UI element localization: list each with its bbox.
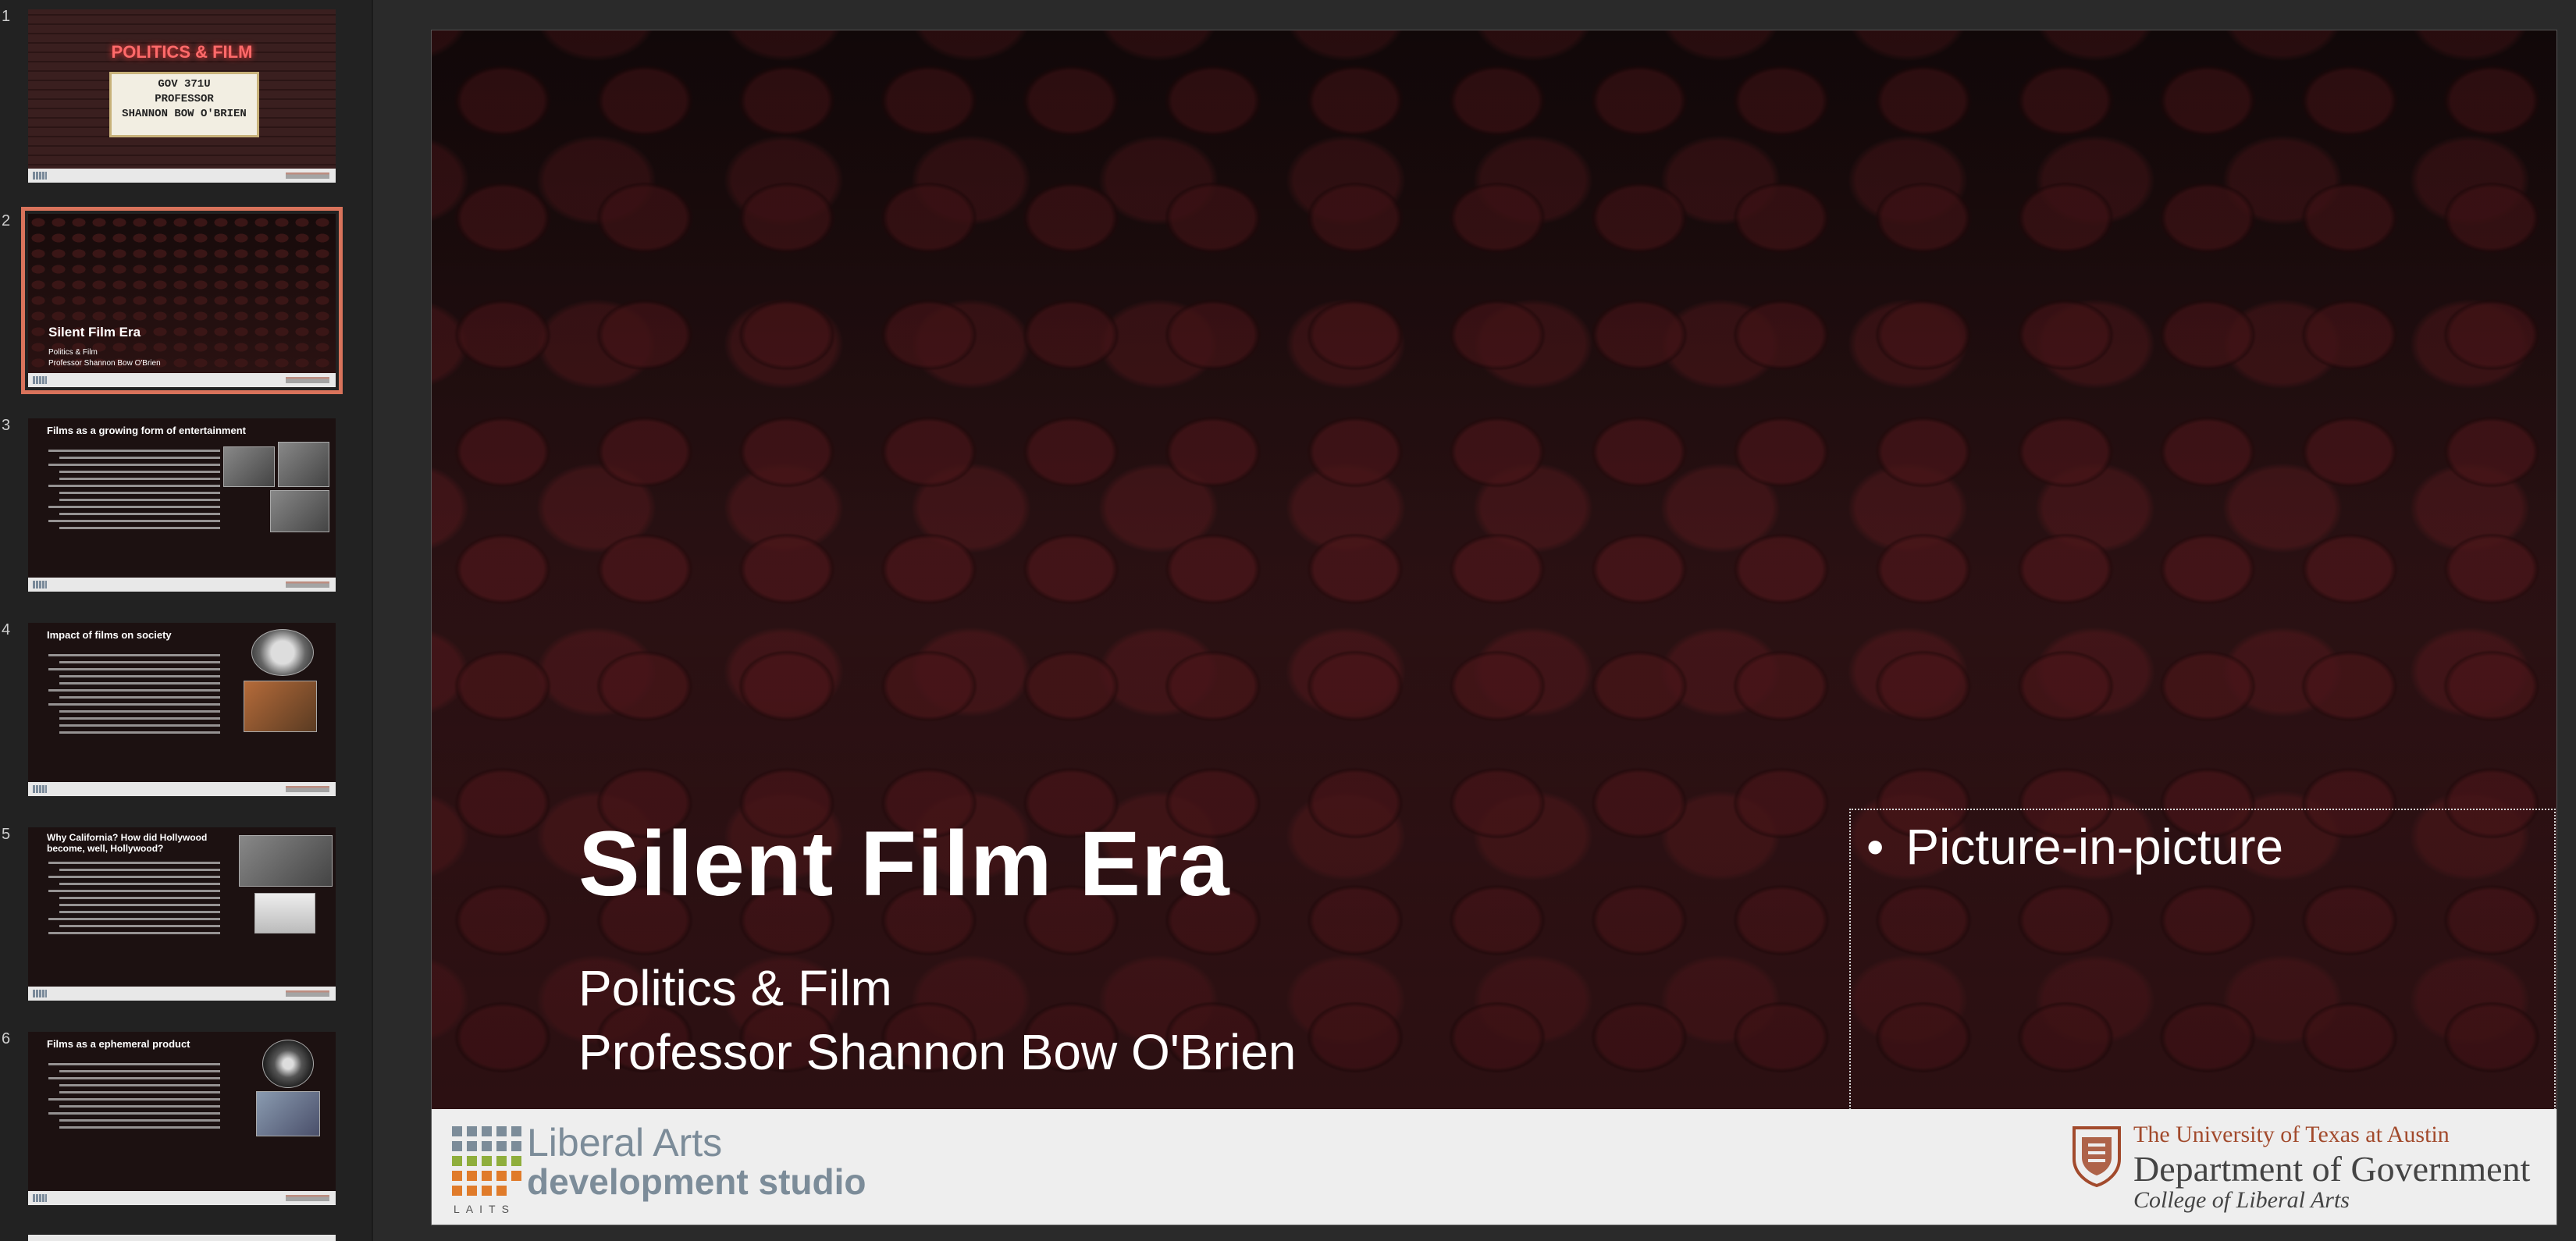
thumbnail-number: 2	[2, 212, 11, 229]
thumbnail-photo	[254, 893, 315, 933]
department-of-government-wordmark: Department of Government	[2133, 1149, 2531, 1189]
thumbnail-slide-5[interactable]: Why California? How did Hollywood become…	[28, 827, 336, 1001]
thumbnail-photo	[223, 446, 275, 487]
thumbnail-marquee-title: POLITICS & FILM	[111, 42, 253, 62]
thumbnail-title: Impact of films on society	[47, 629, 172, 641]
thumbnail-slide-3[interactable]: Films as a growing form of entertainment	[28, 418, 336, 592]
marquee-line: PROFESSOR	[155, 93, 214, 105]
thumbnail-photo	[256, 1091, 320, 1136]
thumbnail-title: Silent Film Era	[48, 325, 141, 340]
slide-canvas[interactable]: Silent Film Era Politics & Film Professo…	[432, 30, 2556, 1225]
thumbnail-number: 1	[2, 8, 11, 25]
liberal-arts-wordmark: Liberal Arts	[527, 1121, 723, 1165]
thumbnail-body: Silent Film Era Politics & Film Professo…	[28, 214, 336, 373]
thumbnail-photo	[251, 629, 314, 676]
thumbnail-body: POLITICS & FILM GOV 371U PROFESSOR SHANN…	[28, 9, 336, 169]
thumbnail-number: 3	[2, 417, 11, 434]
marquee-line: GOV 371U	[158, 78, 211, 91]
thumbnail-footer	[28, 373, 336, 387]
ut-seal-icon	[2073, 1126, 2121, 1187]
thumbnail-slide-4[interactable]: Impact of films on society	[28, 623, 336, 796]
slide-footer: LAITS Liberal Arts development studio Th…	[432, 1109, 2556, 1225]
laits-caption: LAITS	[454, 1203, 515, 1215]
thumbnail-bullets	[48, 1063, 220, 1133]
thumbnail-row-6: 6 Films as a ephemeral product	[0, 1030, 372, 1227]
thumbnail-row-1: 1 POLITICS & FILM GOV 371U PROFESSOR SHA…	[0, 8, 372, 204]
slide-title[interactable]: Silent Film Era	[578, 811, 1230, 917]
ut-austin-wordmark: The University of Texas at Austin	[2133, 1122, 2450, 1147]
thumbnail-subtitle: Politics & Film	[48, 348, 98, 357]
pip-bullet-text[interactable]: Picture-in-picture	[1866, 818, 2283, 876]
thumbnail-title: Films as a growing form of entertainment	[47, 425, 246, 436]
thumbnail-row-3: 3 Films as a growing form of entertainme…	[0, 417, 372, 613]
thumbnail-slide-7-partial[interactable]	[28, 1235, 336, 1241]
thumbnail-row-5: 5 Why California? How did Hollywood beco…	[0, 826, 372, 1022]
thumbnail-slide-6[interactable]: Films as a ephemeral product	[28, 1032, 336, 1205]
thumbnail-subtitle: Professor Shannon Bow O'Brien	[48, 359, 161, 368]
development-studio-wordmark: development studio	[527, 1161, 866, 1202]
thumbnail-body: Films as a ephemeral product	[28, 1032, 336, 1191]
thumbnail-footer	[28, 169, 336, 183]
slide-subtitle-line-1[interactable]: Politics & Film	[578, 959, 892, 1017]
thumbnail-row-4: 4 Impact of films on society	[0, 621, 372, 818]
thumbnail-photo	[262, 1040, 314, 1088]
marquee-line: SHANNON BOW O'BRIEN	[122, 108, 247, 120]
thumbnail-number: 6	[2, 1030, 11, 1047]
thumbnail-slide-2[interactable]: Silent Film Era Politics & Film Professo…	[21, 207, 343, 394]
college-of-liberal-arts-wordmark: College of Liberal Arts	[2133, 1187, 2350, 1213]
laits-grid-logo-icon	[452, 1126, 521, 1196]
thumbnail-marquee-sign: GOV 371U PROFESSOR SHANNON BOW O'BRIEN	[109, 72, 259, 137]
thumbnail-photo	[270, 490, 329, 532]
thumbnail-footer	[28, 1191, 336, 1205]
thumbnail-body: Films as a growing form of entertainment	[28, 418, 336, 578]
slide-thumbnail-rail[interactable]: 1 POLITICS & FILM GOV 371U PROFESSOR SHA…	[0, 0, 373, 1241]
thumbnail-body: Impact of films on society	[28, 623, 336, 782]
thumbnail-bullets	[48, 654, 220, 738]
thumbnail-body: Why California? How did Hollywood become…	[28, 827, 336, 987]
thumbnail-number: 4	[2, 621, 11, 638]
thumbnail-row-2: 2 Silent Film Era Politics & Film Profes…	[0, 207, 372, 409]
thumbnail-title: Films as a ephemeral product	[47, 1038, 190, 1050]
thumbnail-photo	[239, 835, 333, 887]
thumbnail-photo	[244, 681, 317, 732]
thumbnail-bullets	[48, 862, 220, 939]
thumbnail-footer	[28, 782, 336, 796]
thumbnail-bullets	[48, 450, 220, 534]
thumbnail-photo	[278, 442, 329, 487]
slide-subtitle-line-2[interactable]: Professor Shannon Bow O'Brien	[578, 1023, 1296, 1081]
thumbnail-footer	[28, 987, 336, 1001]
thumbnail-footer	[28, 578, 336, 592]
thumbnail-title: Why California? How did Hollywood become…	[47, 832, 208, 854]
thumbnail-slide-1[interactable]: POLITICS & FILM GOV 371U PROFESSOR SHANN…	[28, 9, 336, 183]
thumbnail-number: 5	[2, 826, 11, 843]
